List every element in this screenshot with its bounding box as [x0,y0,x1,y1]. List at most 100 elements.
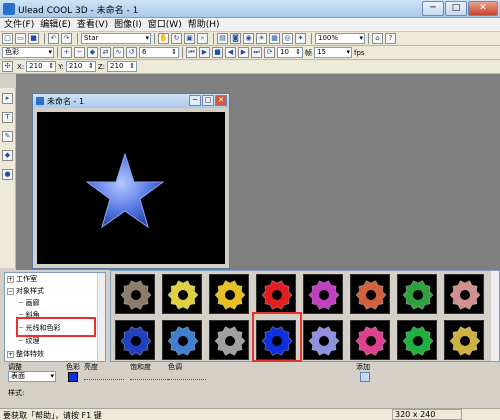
redo-icon[interactable]: ↷ [61,33,72,44]
reverse-icon[interactable]: ⇄ [100,47,111,58]
key-icon[interactable]: ◆ [87,47,98,58]
text-icon[interactable]: T [2,112,13,123]
menu-window[interactable]: 窗口(W) [148,18,182,31]
adjust-select[interactable]: 表面 [8,371,56,382]
style-thumbnail[interactable] [209,274,249,314]
tree-item-texture[interactable]: ┈ 纹理 [19,336,39,346]
document-controls: ─ □ ✕ [189,95,227,106]
star-object[interactable] [37,112,225,264]
save-icon[interactable]: ■ [28,33,39,44]
add-button[interactable] [360,372,370,382]
position-icon[interactable]: ✣ [2,61,13,72]
zoom-icon[interactable]: ⌕ [197,33,208,44]
loop-play-icon[interactable]: ⟳ [264,47,275,58]
document-window: 未命名 - 1 ─ □ ✕ [32,93,230,269]
color-swatch[interactable] [68,372,78,382]
style-thumbnail[interactable] [303,274,343,314]
zoom-select[interactable]: 100% [315,33,365,44]
style-thumbnail[interactable] [162,274,202,314]
z-input[interactable]: 210 [107,61,138,72]
frame-input[interactable]: 6 [139,47,179,58]
y-input[interactable]: 210 [65,61,96,72]
style-thumbnail[interactable] [256,274,296,314]
tree-item-studio[interactable]: + 工作室 [7,274,37,284]
size-icon[interactable]: ▣ [184,33,195,44]
render-canvas[interactable] [37,112,225,264]
remove-key-icon[interactable]: − [74,47,85,58]
light-icon[interactable]: ☀ [256,33,267,44]
doc-minimize-button[interactable]: ─ [189,95,201,106]
x-input[interactable]: 210 [26,61,57,72]
edit-text-icon[interactable]: ✎ [2,131,13,142]
separator [154,33,155,44]
style-thumbnail[interactable] [350,274,390,314]
fps-select[interactable]: 15 [314,47,352,58]
doc-maximize-button[interactable]: □ [202,95,214,106]
total-frames-input[interactable]: 10 [277,47,303,58]
object-select[interactable]: Star [81,33,151,44]
thumbnail-highlight-box [252,312,302,362]
close-button[interactable]: ✕ [468,1,498,16]
style-thumbnail[interactable] [115,320,155,360]
open-folder-icon[interactable]: ▭ [15,33,26,44]
gear-icon [214,326,246,356]
gallery-scrollbar[interactable] [490,271,499,361]
lens-icon[interactable]: ◉ [243,33,254,44]
last-frame-icon[interactable]: ⏭ [251,47,262,58]
bookmark-icon[interactable]: ⌂ [372,33,383,44]
loop-icon[interactable]: ↺ [126,47,137,58]
stop-icon[interactable]: ■ [212,47,223,58]
shape-icon[interactable]: ◆ [2,150,13,161]
ball-icon[interactable]: ● [2,169,13,180]
menu-image[interactable]: 图像(I) [114,18,142,31]
saturation-slider[interactable] [130,374,168,380]
undo-icon[interactable]: ↶ [48,33,59,44]
menu-bar: 文件(F) 编辑(E) 查看(V) 图像(I) 窗口(W) 帮助(H) [0,18,500,32]
style-thumbnail[interactable] [444,274,484,314]
style-thumbnail[interactable] [209,320,249,360]
style-thumbnail[interactable] [397,320,437,360]
frame-icon[interactable]: ▦ [269,33,280,44]
tree-item-global-effects[interactable]: + 整体特效 [7,349,44,359]
hand-icon[interactable]: ✋ [158,33,169,44]
separator [44,33,45,44]
prev-frame-icon[interactable]: ◀ [225,47,236,58]
select-icon[interactable]: ▸ [2,93,13,104]
menu-edit[interactable]: 编辑(E) [40,18,71,31]
menu-view[interactable]: 查看(V) [77,18,108,31]
mode-select[interactable]: 色彩 [2,47,54,58]
menu-help[interactable]: 帮助(H) [188,18,220,31]
style-gallery [110,270,500,362]
first-frame-icon[interactable]: ⏮ [186,47,197,58]
tree-scrollbar[interactable] [97,273,105,361]
minimize-button[interactable]: ─ [422,1,444,16]
menu-file[interactable]: 文件(F) [4,18,34,31]
doc-close-button[interactable]: ✕ [215,95,227,106]
style-thumbnail[interactable] [115,274,155,314]
add-key-icon[interactable]: + [61,47,72,58]
help-icon[interactable]: ? [385,33,396,44]
play-icon[interactable]: ▶ [199,47,210,58]
next-frame-icon[interactable]: ▶ [238,47,249,58]
hue-slider[interactable] [168,374,206,380]
camera-icon[interactable]: ◙ [230,33,241,44]
new-file-icon[interactable]: □ [2,33,13,44]
window-controls: ─ □ ✕ [422,1,498,16]
tree-item-gallery[interactable]: ┈ 画廊 [19,298,39,308]
style-thumbnail[interactable] [397,274,437,314]
print-icon[interactable]: ▤ [217,33,228,44]
render-icon[interactable]: ✦ [295,33,306,44]
maximize-button[interactable]: □ [445,1,467,16]
smooth-icon[interactable]: ∿ [113,47,124,58]
tree-item-object-style[interactable]: − 对象样式 [7,286,44,296]
style-thumbnail[interactable] [444,320,484,360]
style-thumbnail[interactable] [162,320,202,360]
separator [311,33,312,44]
brightness-slider[interactable] [84,374,124,380]
style-thumbnail[interactable] [350,320,390,360]
x-label: X: [17,62,25,71]
rotate-icon[interactable]: ↻ [171,33,182,44]
style-label: 样式: [8,389,25,397]
globe-icon[interactable]: ◎ [282,33,293,44]
style-thumbnail[interactable] [303,320,343,360]
